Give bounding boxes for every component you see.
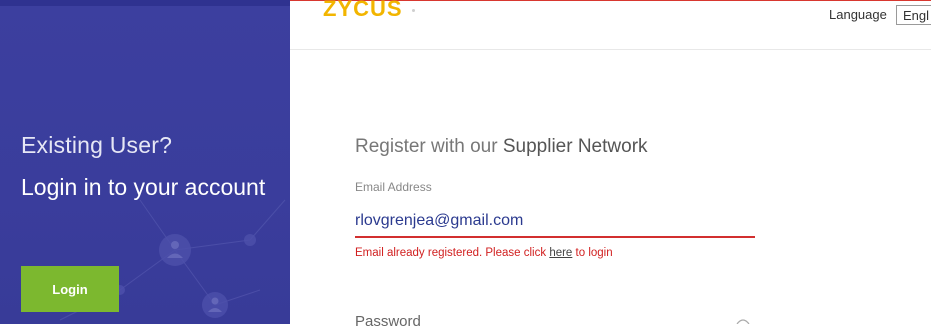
login-prompt-text: Login in to your account [21, 174, 266, 200]
logo-trademark-dot [412, 9, 415, 12]
login-button[interactable]: Login [21, 266, 119, 312]
error-prefix: Email already registered. Please click [355, 247, 547, 259]
error-suffix: to login [575, 247, 613, 259]
register-heading: Register with our Supplier Network [355, 136, 648, 158]
existing-user-text: Existing User? [21, 132, 173, 158]
eye-icon[interactable] [736, 318, 750, 324]
heading-supplier-network: Supplier Network [502, 136, 648, 157]
heading-prefix: Register with our [355, 136, 498, 157]
left-panel: Existing User? Login in to your account … [0, 0, 290, 324]
zycus-logo: ZYCUS [323, 0, 403, 21]
here-login-link[interactable]: here [549, 247, 572, 259]
password-label: Password [355, 313, 421, 330]
language-label: Language [829, 7, 887, 22]
email-input[interactable] [355, 205, 755, 238]
email-error-message: Email already registered. Please click h… [355, 247, 613, 259]
language-select[interactable]: Engl [896, 5, 931, 25]
email-label: Email Address [355, 180, 432, 194]
